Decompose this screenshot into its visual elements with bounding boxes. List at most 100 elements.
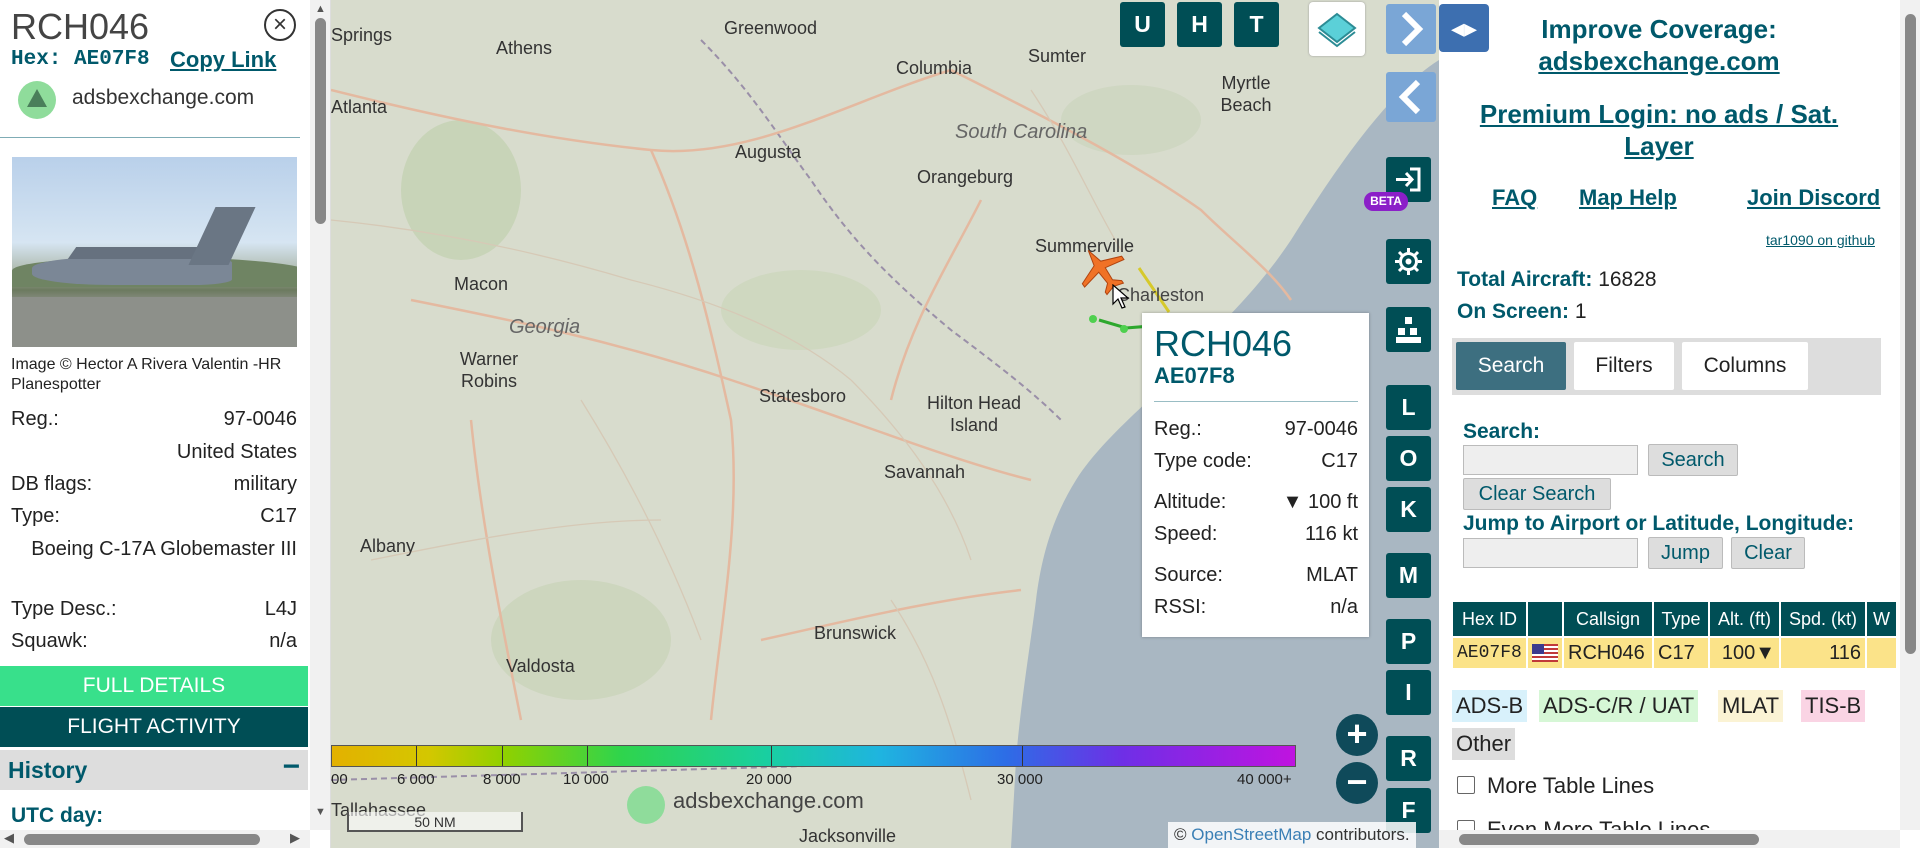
aircraft-table: Hex ID Callsign Type Alt. (ft) Spd. (kt)… xyxy=(1451,600,1898,670)
map-scale: 50 NM xyxy=(347,812,523,832)
right-vertical-scrollbar[interactable] xyxy=(1900,0,1920,830)
map-attribution: © OpenStreetMap contributors. xyxy=(1168,822,1416,848)
map-label: Warner Robins xyxy=(459,349,519,391)
map-label: Valdosta xyxy=(506,656,575,676)
cell-hex: AE07F8 xyxy=(1453,638,1526,668)
altitude-color-bar xyxy=(331,745,1296,767)
o-button[interactable]: O xyxy=(1386,436,1431,481)
t-button[interactable]: T xyxy=(1234,2,1279,47)
legend-adsc-uat: ADS-C/R / UAT xyxy=(1539,690,1699,722)
jump-input[interactable] xyxy=(1463,538,1638,568)
layers-icon[interactable] xyxy=(1309,2,1365,56)
map-label: South Carolina xyxy=(955,121,1088,143)
map-label: Albany xyxy=(360,536,416,556)
left-vertical-scrollbar[interactable]: ▲ ▼ xyxy=(310,0,330,830)
premium-login-link[interactable]: Premium Login: no ads / Sat. xyxy=(1449,99,1869,130)
zoom-out-button[interactable]: − xyxy=(1336,762,1378,804)
h-button[interactable]: H xyxy=(1177,2,1222,47)
chevron-right-icon[interactable] xyxy=(1386,4,1436,54)
column-header[interactable]: Type xyxy=(1654,602,1708,636)
openstreetmap-link[interactable]: OpenStreetMap xyxy=(1191,825,1311,844)
map-label: Myrtle Beach xyxy=(1220,73,1272,115)
attribution-prefix: © xyxy=(1174,825,1187,844)
column-header[interactable]: Alt. (ft) xyxy=(1710,602,1779,636)
search-label: Search: xyxy=(1463,420,1541,443)
typedesc-label: Type Desc.: xyxy=(11,598,117,620)
premium-login-link-cont[interactable]: Layer xyxy=(1449,131,1869,162)
logo-text[interactable]: adsbexchange.com xyxy=(72,86,254,110)
tab-columns[interactable]: Columns xyxy=(1682,342,1808,390)
type-full-name: Boeing C-17A Globemaster III xyxy=(31,538,297,560)
search-input[interactable] xyxy=(1463,445,1638,475)
clear-search-button[interactable]: Clear Search xyxy=(1463,478,1611,510)
m-button[interactable]: M xyxy=(1386,553,1431,598)
history-header[interactable]: History − xyxy=(0,750,308,790)
map-watermark: adsbexchange.com xyxy=(673,788,864,813)
scroll-down-icon[interactable]: ▼ xyxy=(315,806,326,818)
scroll-thumb[interactable] xyxy=(1459,834,1759,845)
copy-link[interactable]: Copy Link xyxy=(170,47,276,73)
collapse-icon[interactable]: − xyxy=(282,750,300,784)
jump-button[interactable]: Jump xyxy=(1648,537,1723,569)
tab-search[interactable]: Search xyxy=(1456,342,1566,390)
flight-activity-button[interactable]: FLIGHT ACTIVITY xyxy=(0,707,308,747)
column-header[interactable]: Spd. (kt) xyxy=(1781,602,1865,636)
column-header[interactable]: Hex ID xyxy=(1453,602,1526,636)
l-button[interactable]: L xyxy=(1386,385,1431,430)
reg-value: 97-0046 xyxy=(223,408,297,430)
close-icon[interactable]: × xyxy=(264,9,296,41)
improve-coverage-link[interactable]: adsbexchange.com xyxy=(1449,46,1869,77)
scroll-up-icon[interactable]: ▲ xyxy=(315,3,326,15)
join-discord-link[interactable]: Join Discord xyxy=(1747,185,1880,211)
photo-caption: Image © Hector A Rivera Valentin -HR Pla… xyxy=(11,356,282,393)
gear-icon[interactable] xyxy=(1386,239,1431,284)
cell-extra xyxy=(1867,638,1896,668)
more-lines-label[interactable]: More Table Lines xyxy=(1487,773,1654,799)
dbflags-label: DB flags: xyxy=(11,473,93,495)
legend-other: Other xyxy=(1452,728,1516,760)
history-title: History xyxy=(8,757,88,783)
label: Source: xyxy=(1154,564,1223,586)
utc-day-label: UTC day: xyxy=(11,804,104,827)
clear-button[interactable]: Clear xyxy=(1731,537,1805,569)
full-details-button[interactable]: FULL DETAILS xyxy=(0,666,308,706)
improve-coverage-heading: Improve Coverage: xyxy=(1541,14,1777,44)
scroll-thumb[interactable] xyxy=(315,18,326,224)
more-lines-checkbox[interactable] xyxy=(1457,776,1475,794)
value: MLAT xyxy=(1306,564,1358,586)
i-button[interactable]: I xyxy=(1386,670,1431,715)
aircraft-photo[interactable] xyxy=(12,157,297,347)
scroll-thumb[interactable] xyxy=(1905,14,1916,654)
tab-filters[interactable]: Filters xyxy=(1574,342,1674,390)
altitude-tick xyxy=(1022,746,1023,766)
zoom-in-button[interactable]: + xyxy=(1336,714,1378,756)
table-row[interactable]: AE07F8 RCH046 C17 100▼ 116 xyxy=(1453,638,1896,668)
on-screen-label: On Screen: xyxy=(1457,300,1570,323)
k-button[interactable]: K xyxy=(1386,487,1431,532)
scroll-left-icon[interactable]: ◀ xyxy=(4,830,14,846)
chevron-left-icon[interactable] xyxy=(1386,72,1436,122)
map-view[interactable]: Springs Atlanta Greenwood Athens Sumter … xyxy=(331,0,1439,848)
p-button[interactable]: P xyxy=(1386,619,1431,664)
scroll-thumb[interactable] xyxy=(24,834,260,845)
column-header[interactable]: W xyxy=(1867,602,1896,636)
left-horizontal-scrollbar[interactable]: ◀ ▶ xyxy=(0,830,310,848)
r-button[interactable]: R xyxy=(1386,736,1431,781)
column-header[interactable]: Callsign xyxy=(1564,602,1652,636)
search-button[interactable]: Search xyxy=(1648,444,1738,476)
squawk-value: n/a xyxy=(269,630,297,652)
cell-speed: 116 xyxy=(1781,638,1865,668)
faq-link[interactable]: FAQ xyxy=(1492,185,1537,211)
typedesc-value: L4J xyxy=(264,598,297,620)
right-horizontal-scrollbar[interactable] xyxy=(1439,830,1900,848)
total-aircraft-label: Total Aircraft: xyxy=(1457,268,1593,291)
github-link[interactable]: tar1090 on github xyxy=(1766,232,1875,248)
tooltip-type: Type code: C17 xyxy=(1154,450,1358,473)
column-header[interactable] xyxy=(1528,602,1562,636)
map-help-link[interactable]: Map Help xyxy=(1579,185,1677,211)
on-screen-value: 1 xyxy=(1574,300,1587,323)
u-button[interactable]: U xyxy=(1120,2,1165,47)
altitude-tick-label: 20 000 xyxy=(746,771,792,788)
stats-icon[interactable] xyxy=(1386,307,1431,352)
scroll-right-icon[interactable]: ▶ xyxy=(290,830,300,846)
